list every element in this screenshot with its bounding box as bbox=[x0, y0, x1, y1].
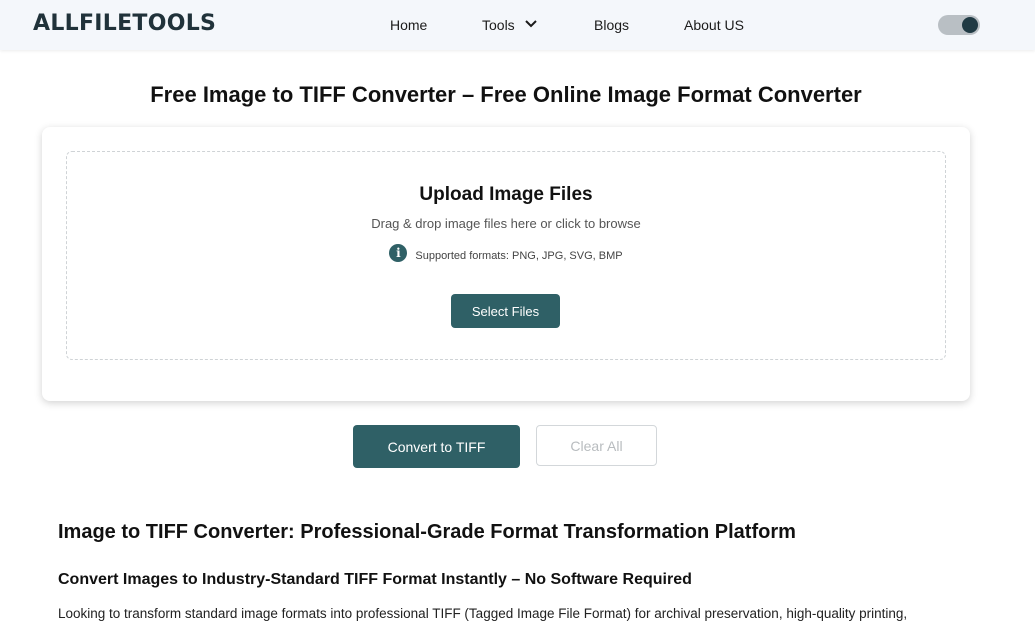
dropzone[interactable]: Upload Image Files Drag & drop image fil… bbox=[66, 151, 946, 360]
content-paragraph: Looking to transform standard image form… bbox=[58, 606, 908, 621]
clear-all-button[interactable]: Clear All bbox=[536, 425, 657, 466]
content-subheading: Convert Images to Industry-Standard TIFF… bbox=[58, 571, 692, 588]
theme-toggle[interactable] bbox=[938, 15, 980, 35]
supported-formats-text: Supported formats: PNG, JPG, SVG, BMP bbox=[415, 249, 623, 262]
nav-tools-link[interactable]: Tools bbox=[482, 17, 515, 33]
chevron-down-icon[interactable] bbox=[525, 19, 537, 29]
toggle-knob bbox=[962, 17, 978, 33]
upload-subtitle: Drag & drop image files here or click to… bbox=[371, 216, 641, 231]
content-heading: Image to TIFF Converter: Professional-Gr… bbox=[58, 521, 796, 543]
select-files-button[interactable]: Select Files bbox=[451, 294, 560, 328]
site-logo[interactable]: ALLFILETOOLS bbox=[33, 11, 216, 36]
upload-card: Upload Image Files Drag & drop image fil… bbox=[42, 127, 970, 401]
nav-about-link[interactable]: About US bbox=[684, 17, 744, 33]
supported-formats: i Supported formats: PNG, JPG, SVG, BMP bbox=[67, 244, 945, 265]
info-icon: i bbox=[389, 244, 408, 262]
convert-to-tiff-button[interactable]: Convert to TIFF bbox=[353, 425, 520, 468]
top-navbar: ALLFILETOOLS Home Tools Blogs About US bbox=[0, 0, 1035, 50]
nav-home-link[interactable]: Home bbox=[390, 17, 427, 33]
page-title: Free Image to TIFF Converter – Free Onli… bbox=[150, 82, 862, 107]
upload-title: Upload Image Files bbox=[419, 184, 593, 205]
nav-blogs-link[interactable]: Blogs bbox=[594, 17, 629, 33]
